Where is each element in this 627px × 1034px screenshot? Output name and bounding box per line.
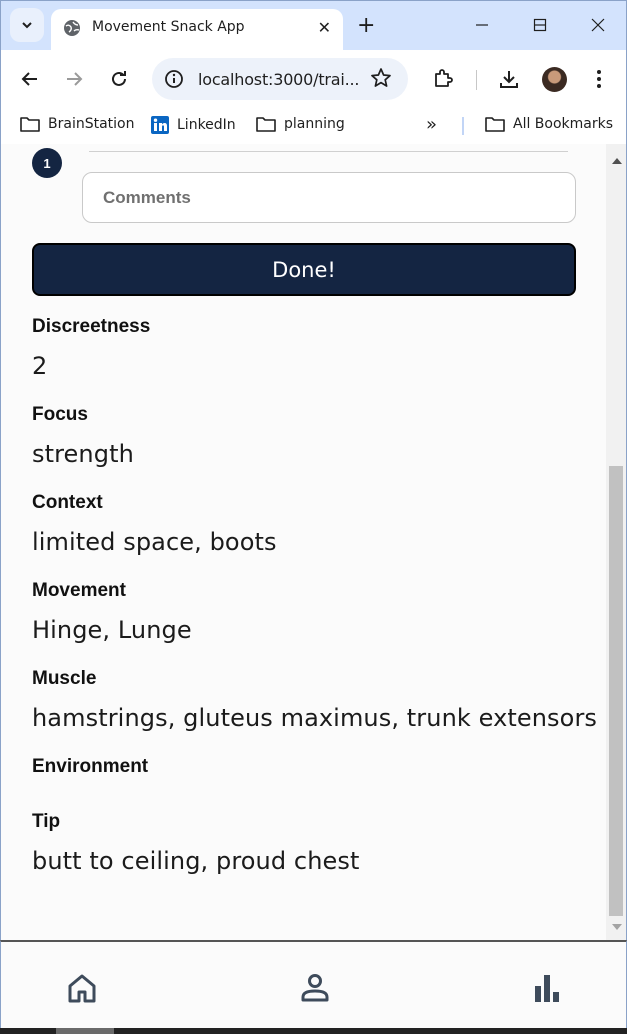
scroll-down-arrow-icon[interactable] <box>612 924 622 930</box>
bookmarks-bar: BrainStation LinkedIn planning » All Boo… <box>0 108 627 144</box>
forward-arrow-icon[interactable] <box>59 64 89 94</box>
discreetness-label: Discreetness <box>32 316 151 337</box>
browser-tab[interactable]: Movement Snack App ✕ <box>51 9 343 51</box>
divider <box>89 151 568 152</box>
bookmark-planning[interactable]: planning <box>256 116 345 132</box>
star-icon[interactable] <box>370 67 392 89</box>
close-window-icon[interactable] <box>584 11 612 39</box>
address-bar[interactable]: localhost:3000/trai... <box>152 58 408 100</box>
bookmark-brainstation[interactable]: BrainStation <box>20 116 134 132</box>
environment-label: Environment <box>32 756 149 777</box>
more-bookmarks-icon[interactable]: » <box>426 114 437 135</box>
context-value: limited space, boots <box>32 528 277 556</box>
tip-value: butt to ceiling, proud chest <box>32 847 360 875</box>
download-icon[interactable] <box>494 64 524 94</box>
taskbar-segment <box>56 1028 114 1034</box>
muscle-label: Muscle <box>32 668 97 689</box>
browser-tabstrip: Movement Snack App ✕ + <box>0 0 627 51</box>
bookmark-label: planning <box>284 116 345 132</box>
linkedin-icon <box>151 116 169 134</box>
bookmark-linkedin[interactable]: LinkedIn <box>151 116 236 134</box>
chevron-down-icon <box>22 22 32 29</box>
site-info-icon[interactable] <box>164 69 184 89</box>
reload-icon[interactable] <box>104 64 134 94</box>
globe-icon <box>64 20 80 36</box>
scroll-up-arrow-icon[interactable] <box>612 158 622 164</box>
tab-search-button[interactable] <box>10 8 44 42</box>
bookmark-label: LinkedIn <box>177 117 236 133</box>
bookmarks-separator <box>462 117 464 135</box>
url-text[interactable]: localhost:3000/trai... <box>198 70 359 89</box>
bookmark-label: BrainStation <box>48 116 135 132</box>
toolbar-separator <box>476 70 477 90</box>
maximize-icon[interactable] <box>526 11 554 39</box>
folder-icon <box>256 117 276 132</box>
step-number-badge: 1 <box>32 148 62 178</box>
close-tab-icon[interactable]: ✕ <box>318 18 331 38</box>
new-tab-icon[interactable]: + <box>357 13 375 38</box>
movement-label: Movement <box>32 580 126 601</box>
context-label: Context <box>32 492 103 513</box>
folder-icon <box>20 117 40 132</box>
page-scrollbar[interactable] <box>606 144 626 940</box>
comments-input[interactable] <box>82 172 576 223</box>
done-button[interactable]: Done! <box>32 243 576 296</box>
focus-value: strength <box>32 440 134 468</box>
tip-label: Tip <box>32 811 61 832</box>
folder-icon <box>485 117 505 132</box>
nav-home[interactable] <box>64 970 100 1006</box>
minimize-window-icon[interactable] <box>468 11 496 39</box>
scrollbar-thumb[interactable] <box>609 466 623 916</box>
bottom-nav <box>0 940 627 1034</box>
profile-avatar[interactable] <box>542 67 567 92</box>
back-arrow-icon[interactable] <box>15 64 45 94</box>
all-bookmarks-label: All Bookmarks <box>513 116 614 132</box>
home-icon <box>68 974 96 1003</box>
nav-profile[interactable] <box>297 970 333 1006</box>
nav-stats[interactable] <box>529 970 565 1006</box>
os-taskbar <box>0 1028 627 1034</box>
profile-icon <box>301 974 329 1002</box>
page-viewport: 1 Done! Discreetness 2 Focus strength Co… <box>0 144 627 940</box>
tab-title: Movement Snack App <box>92 19 245 35</box>
stats-icon <box>535 975 559 1002</box>
browser-toolbar: localhost:3000/trai... <box>0 50 627 108</box>
muscle-value: hamstrings, gluteus maximus, trunk exten… <box>32 704 598 732</box>
all-bookmarks[interactable]: All Bookmarks <box>485 116 613 132</box>
focus-label: Focus <box>32 404 88 425</box>
movement-value: Hinge, Lunge <box>32 616 192 644</box>
extensions-icon[interactable] <box>428 64 458 94</box>
discreetness-value: 2 <box>32 352 48 380</box>
more-menu-icon[interactable] <box>584 64 614 94</box>
